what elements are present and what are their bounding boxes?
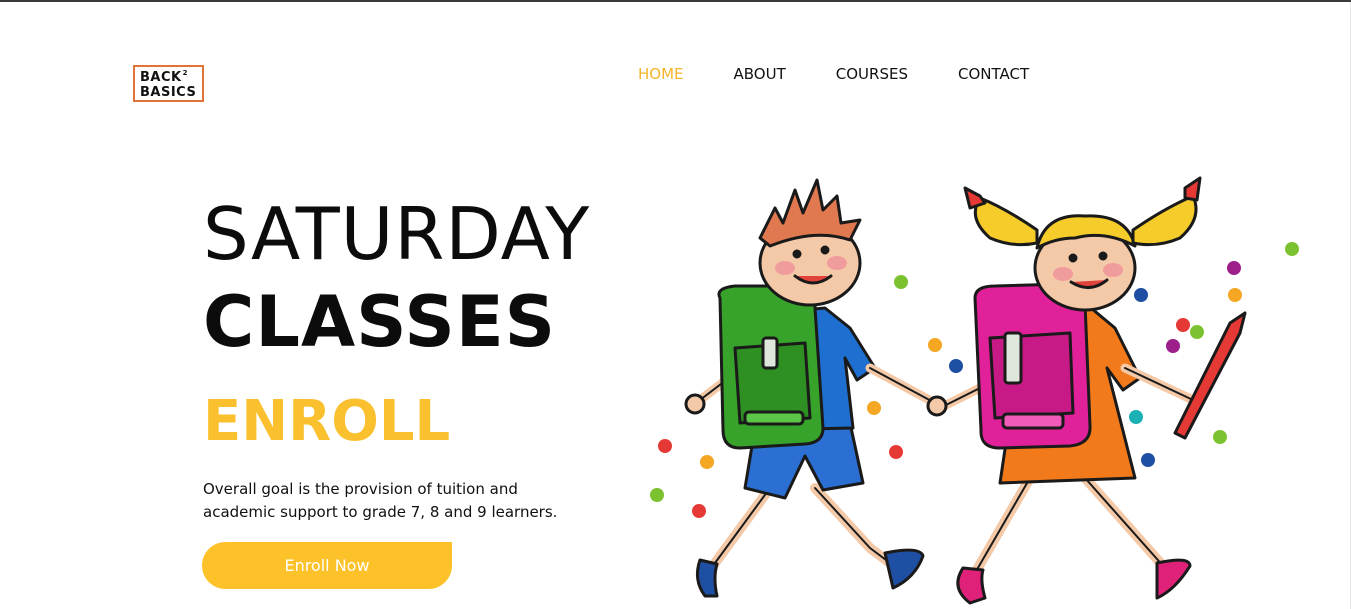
nav-home[interactable]: HOME bbox=[638, 65, 684, 83]
site-logo[interactable]: BACK2 BASICS bbox=[133, 65, 204, 102]
window-top-border bbox=[0, 0, 1351, 2]
logo-line-2: BASICS bbox=[140, 85, 197, 100]
nav-contact[interactable]: CONTACT bbox=[958, 65, 1029, 83]
hero-subtitle: ENROLL bbox=[203, 389, 451, 454]
nav-about[interactable]: ABOUT bbox=[734, 65, 786, 83]
hero-description: Overall goal is the provision of tuition… bbox=[203, 480, 558, 521]
nav-courses[interactable]: COURSES bbox=[836, 65, 908, 83]
logo-superscript: 2 bbox=[182, 69, 188, 77]
hero-title-line-1: SATURDAY bbox=[203, 192, 591, 276]
boy-figure bbox=[684, 178, 940, 598]
girl-figure bbox=[926, 176, 1247, 605]
kids-with-backpacks-illustration bbox=[650, 176, 1299, 605]
main-nav: HOME ABOUT COURSES CONTACT bbox=[638, 65, 1029, 83]
logo-text-back: BACK bbox=[140, 70, 182, 85]
hero-title-line-2: CLASSES bbox=[203, 281, 557, 363]
enroll-now-button[interactable]: Enroll Now bbox=[202, 542, 452, 589]
logo-line-1: BACK2 bbox=[140, 69, 202, 86]
